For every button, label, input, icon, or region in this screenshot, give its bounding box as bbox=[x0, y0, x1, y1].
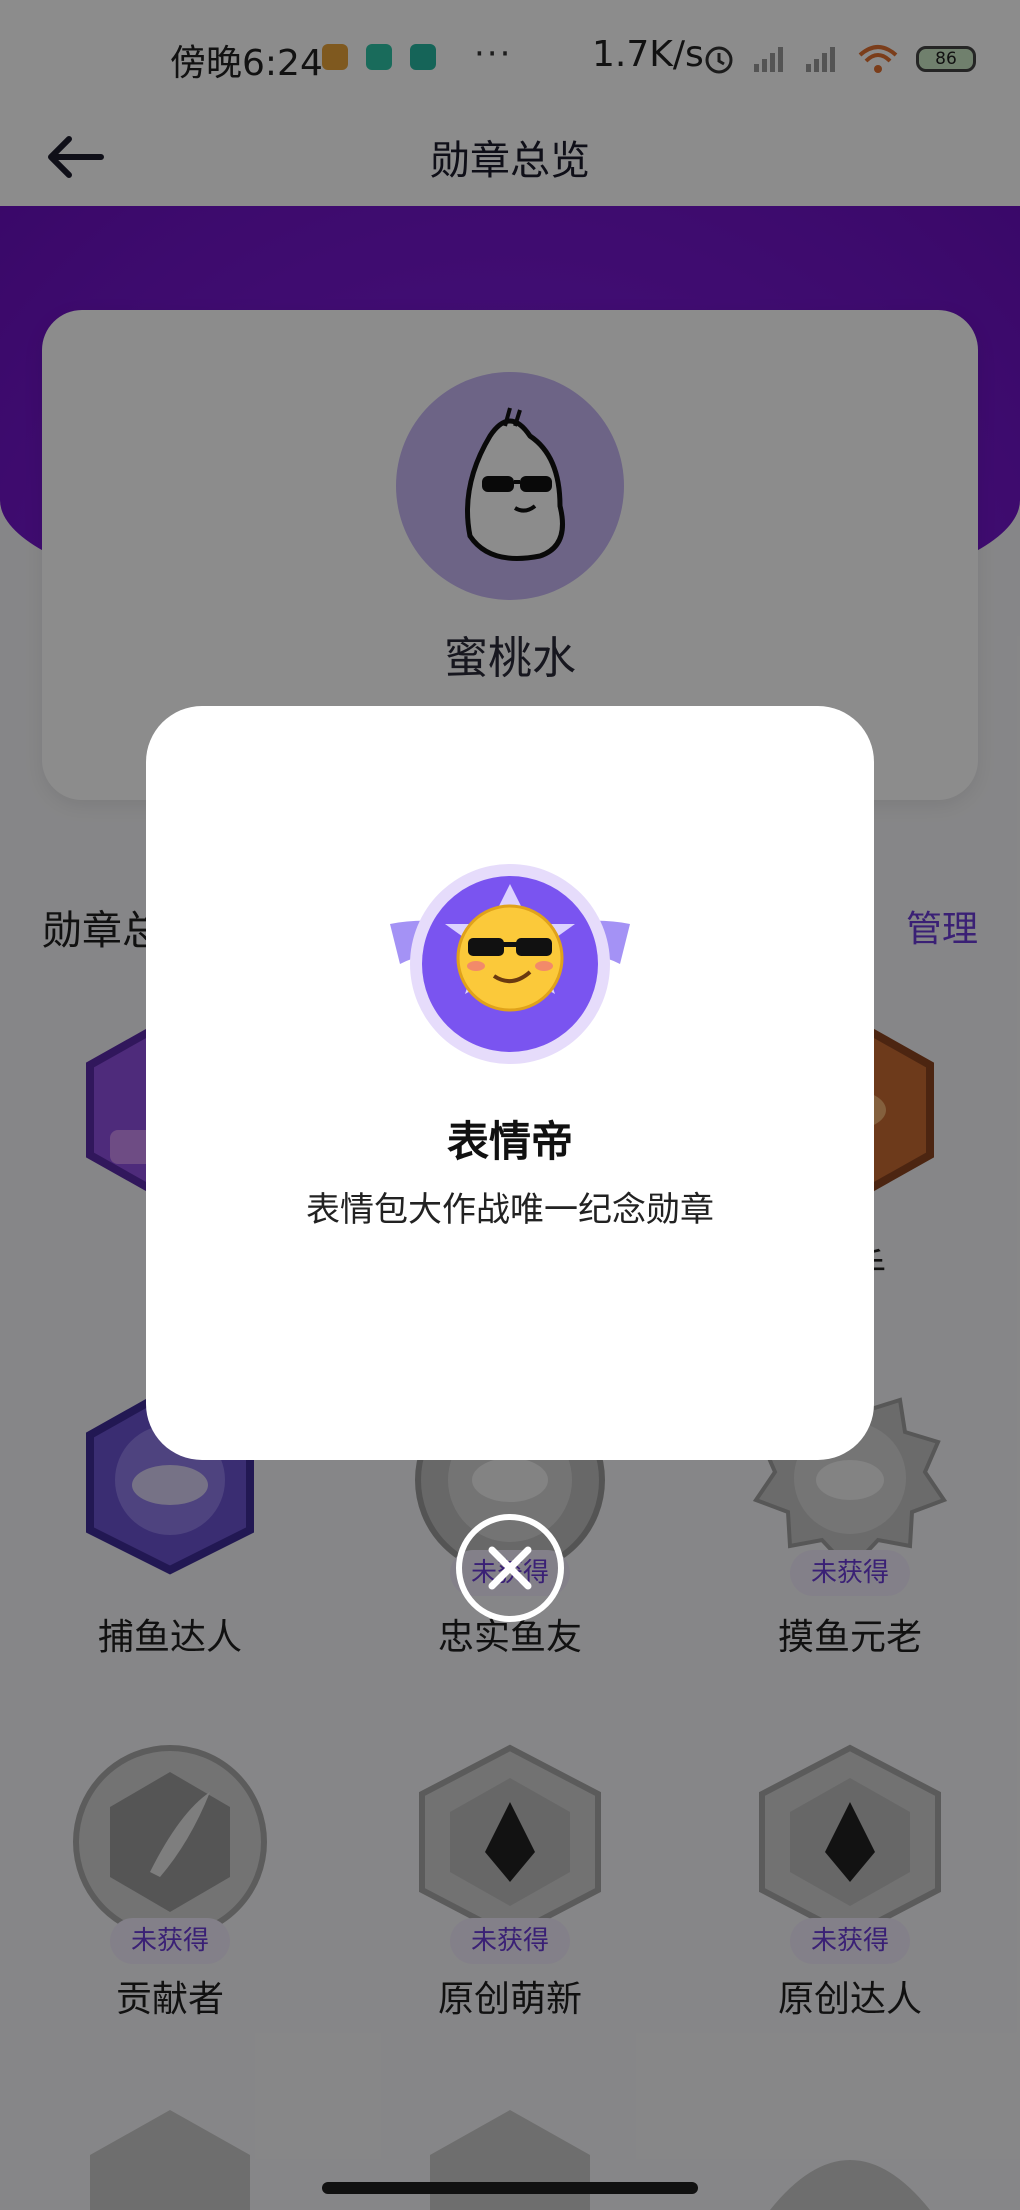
home-indicator[interactable] bbox=[322, 2182, 698, 2194]
sunglasses-emoji-star-badge-icon bbox=[380, 854, 640, 1074]
close-icon bbox=[488, 1546, 532, 1590]
badge-detail-dialog: 表情帝 表情包大作战唯一纪念勋章 bbox=[146, 706, 874, 1460]
close-button[interactable] bbox=[456, 1514, 564, 1622]
dialog-title: 表情帝 bbox=[446, 1117, 573, 1166]
dialog-description: 表情包大作战唯一纪念勋章 bbox=[306, 1190, 714, 1230]
